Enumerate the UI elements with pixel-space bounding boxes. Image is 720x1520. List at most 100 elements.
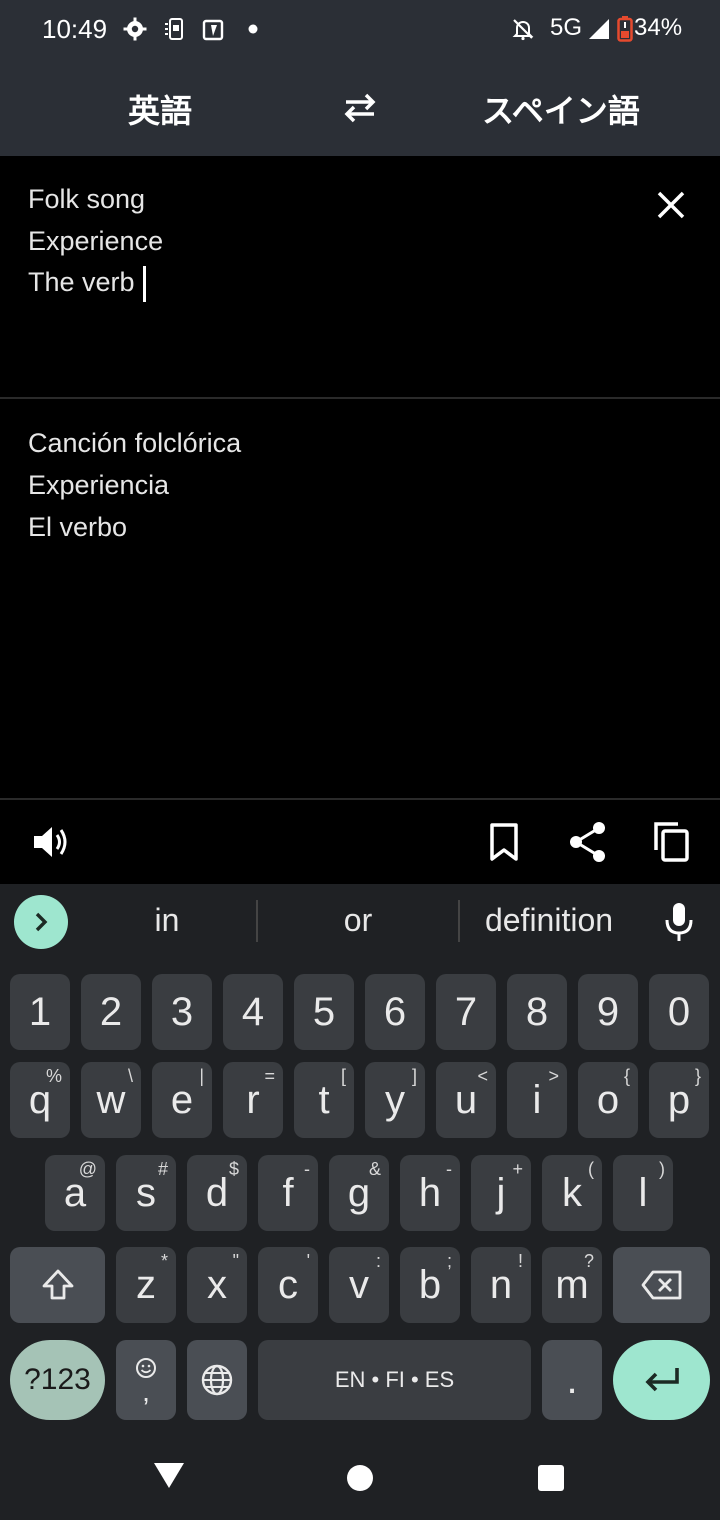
key-alt-label: * [160,1251,168,1271]
space-bar[interactable]: EN • FI • ES [258,1340,531,1420]
mute-icon [510,16,536,42]
key-m[interactable]: m? [542,1247,602,1323]
key-label: t [318,1077,330,1122]
key-4[interactable]: 4 [223,974,283,1050]
back-icon[interactable] [152,1460,186,1495]
key-g[interactable]: g & [329,1155,389,1231]
key-e[interactable]: e | [152,1062,212,1138]
key-1[interactable]: 1 [10,974,70,1050]
language-key[interactable] [187,1340,247,1420]
input-line: Experience [28,226,164,256]
bookmark-icon[interactable] [482,820,526,864]
key-alt-label: : [375,1251,381,1271]
key-label: u [454,1077,478,1122]
key-label: c [278,1262,298,1307]
status-bar: 10:49 5G 34% [0,0,720,60]
key-q[interactable]: q% [10,1062,70,1138]
key-y[interactable]: y] [365,1062,425,1138]
key-d[interactable]: d $ [187,1155,247,1231]
key-6[interactable]: 6 [365,974,425,1050]
target-language-button[interactable]: スペイン語 [482,86,640,132]
key-o[interactable]: o{ [578,1062,638,1138]
key-alt-label: ] [411,1066,417,1086]
key-2[interactable]: 2 [81,974,141,1050]
input-line-current: The verb [28,266,146,302]
network-type: 5G [550,14,583,41]
key-alt-label: = [264,1066,275,1086]
input-line: Folk song [28,184,146,214]
key-alt-label: { [623,1066,630,1086]
status-time: 10:49 [42,14,108,44]
navigation-bar [0,1436,720,1520]
backspace-key[interactable] [613,1247,710,1323]
signal-icon [586,16,612,42]
key-p[interactable]: p} [649,1062,709,1138]
key-h[interactable]: h- [400,1155,460,1231]
key-alt-label: < [477,1066,488,1086]
key-alt-label: ( [588,1159,594,1179]
speaker-icon[interactable] [28,820,72,864]
clear-icon[interactable] [652,186,690,224]
key-alt-label: - [304,1159,310,1179]
key-alt-label: ) [659,1159,665,1179]
recents-icon[interactable] [537,1464,565,1497]
key-z[interactable]: z * [116,1247,176,1323]
suggestion-divider [256,900,258,942]
key-s[interactable]: s # [116,1155,176,1231]
chevron-right-icon [35,912,48,932]
key-alt-label: & [368,1159,381,1179]
input-line: The verb [28,267,135,298]
key-w[interactable]: w \ [81,1062,141,1138]
suggestion-item[interactable]: definition [454,902,644,939]
key-a[interactable]: a @ [45,1155,105,1231]
key-b[interactable]: b; [400,1247,460,1323]
key-alt-label: @ [78,1159,97,1179]
source-language-button[interactable]: 英語 [128,86,192,132]
key-label: x [207,1262,227,1307]
text-cursor [142,266,146,302]
translation-output: Canción folclórica Experiencia El verbo [0,400,720,800]
key-f[interactable]: f- [258,1155,318,1231]
key-j[interactable]: j + [471,1155,531,1231]
key-label: v [349,1262,369,1307]
action-bar [0,800,720,884]
swap-icon[interactable] [340,88,380,128]
period-key[interactable]: . [542,1340,602,1420]
home-icon[interactable] [346,1464,374,1497]
key-7[interactable]: 7 [436,974,496,1050]
share-icon[interactable] [566,820,610,864]
key-v[interactable]: v: [329,1247,389,1323]
emoji-comma-key[interactable]: , [116,1340,176,1420]
key-x[interactable]: x " [187,1247,247,1323]
key-i[interactable]: i > [507,1062,567,1138]
suggestion-item[interactable]: or [263,902,453,939]
key-k[interactable]: k( [542,1155,602,1231]
key-0[interactable]: 0 [649,974,709,1050]
key-c[interactable]: c ' [258,1247,318,1323]
key-label: w [96,1077,126,1122]
key-u[interactable]: u < [436,1062,496,1138]
key-l[interactable]: l) [613,1155,673,1231]
key-label: g [347,1170,371,1215]
key-3[interactable]: 3 [152,974,212,1050]
shift-key[interactable] [10,1247,105,1323]
key-label: o [596,1077,620,1122]
output-line: El verbo [28,512,128,542]
key-r[interactable]: r = [223,1062,283,1138]
expand-toolbar-button[interactable] [14,895,68,949]
source-text-input[interactable]: Folk song Experience The verb [0,156,720,399]
key-t[interactable]: t[ [294,1062,354,1138]
symbols-key[interactable]: ?123 [10,1340,105,1420]
battery-percent: 34% [634,14,683,41]
key-5[interactable]: 5 [294,974,354,1050]
key-label: d [205,1170,229,1215]
suggestion-item[interactable]: in [72,902,262,939]
copy-icon[interactable] [650,820,694,864]
key-n[interactable]: n! [471,1247,531,1323]
key-8[interactable]: 8 [507,974,567,1050]
key-alt-label: - [446,1159,452,1179]
key-alt-label: ; [446,1251,452,1271]
microphone-icon[interactable] [662,902,696,942]
key-9[interactable]: 9 [578,974,638,1050]
enter-key[interactable] [613,1340,710,1420]
